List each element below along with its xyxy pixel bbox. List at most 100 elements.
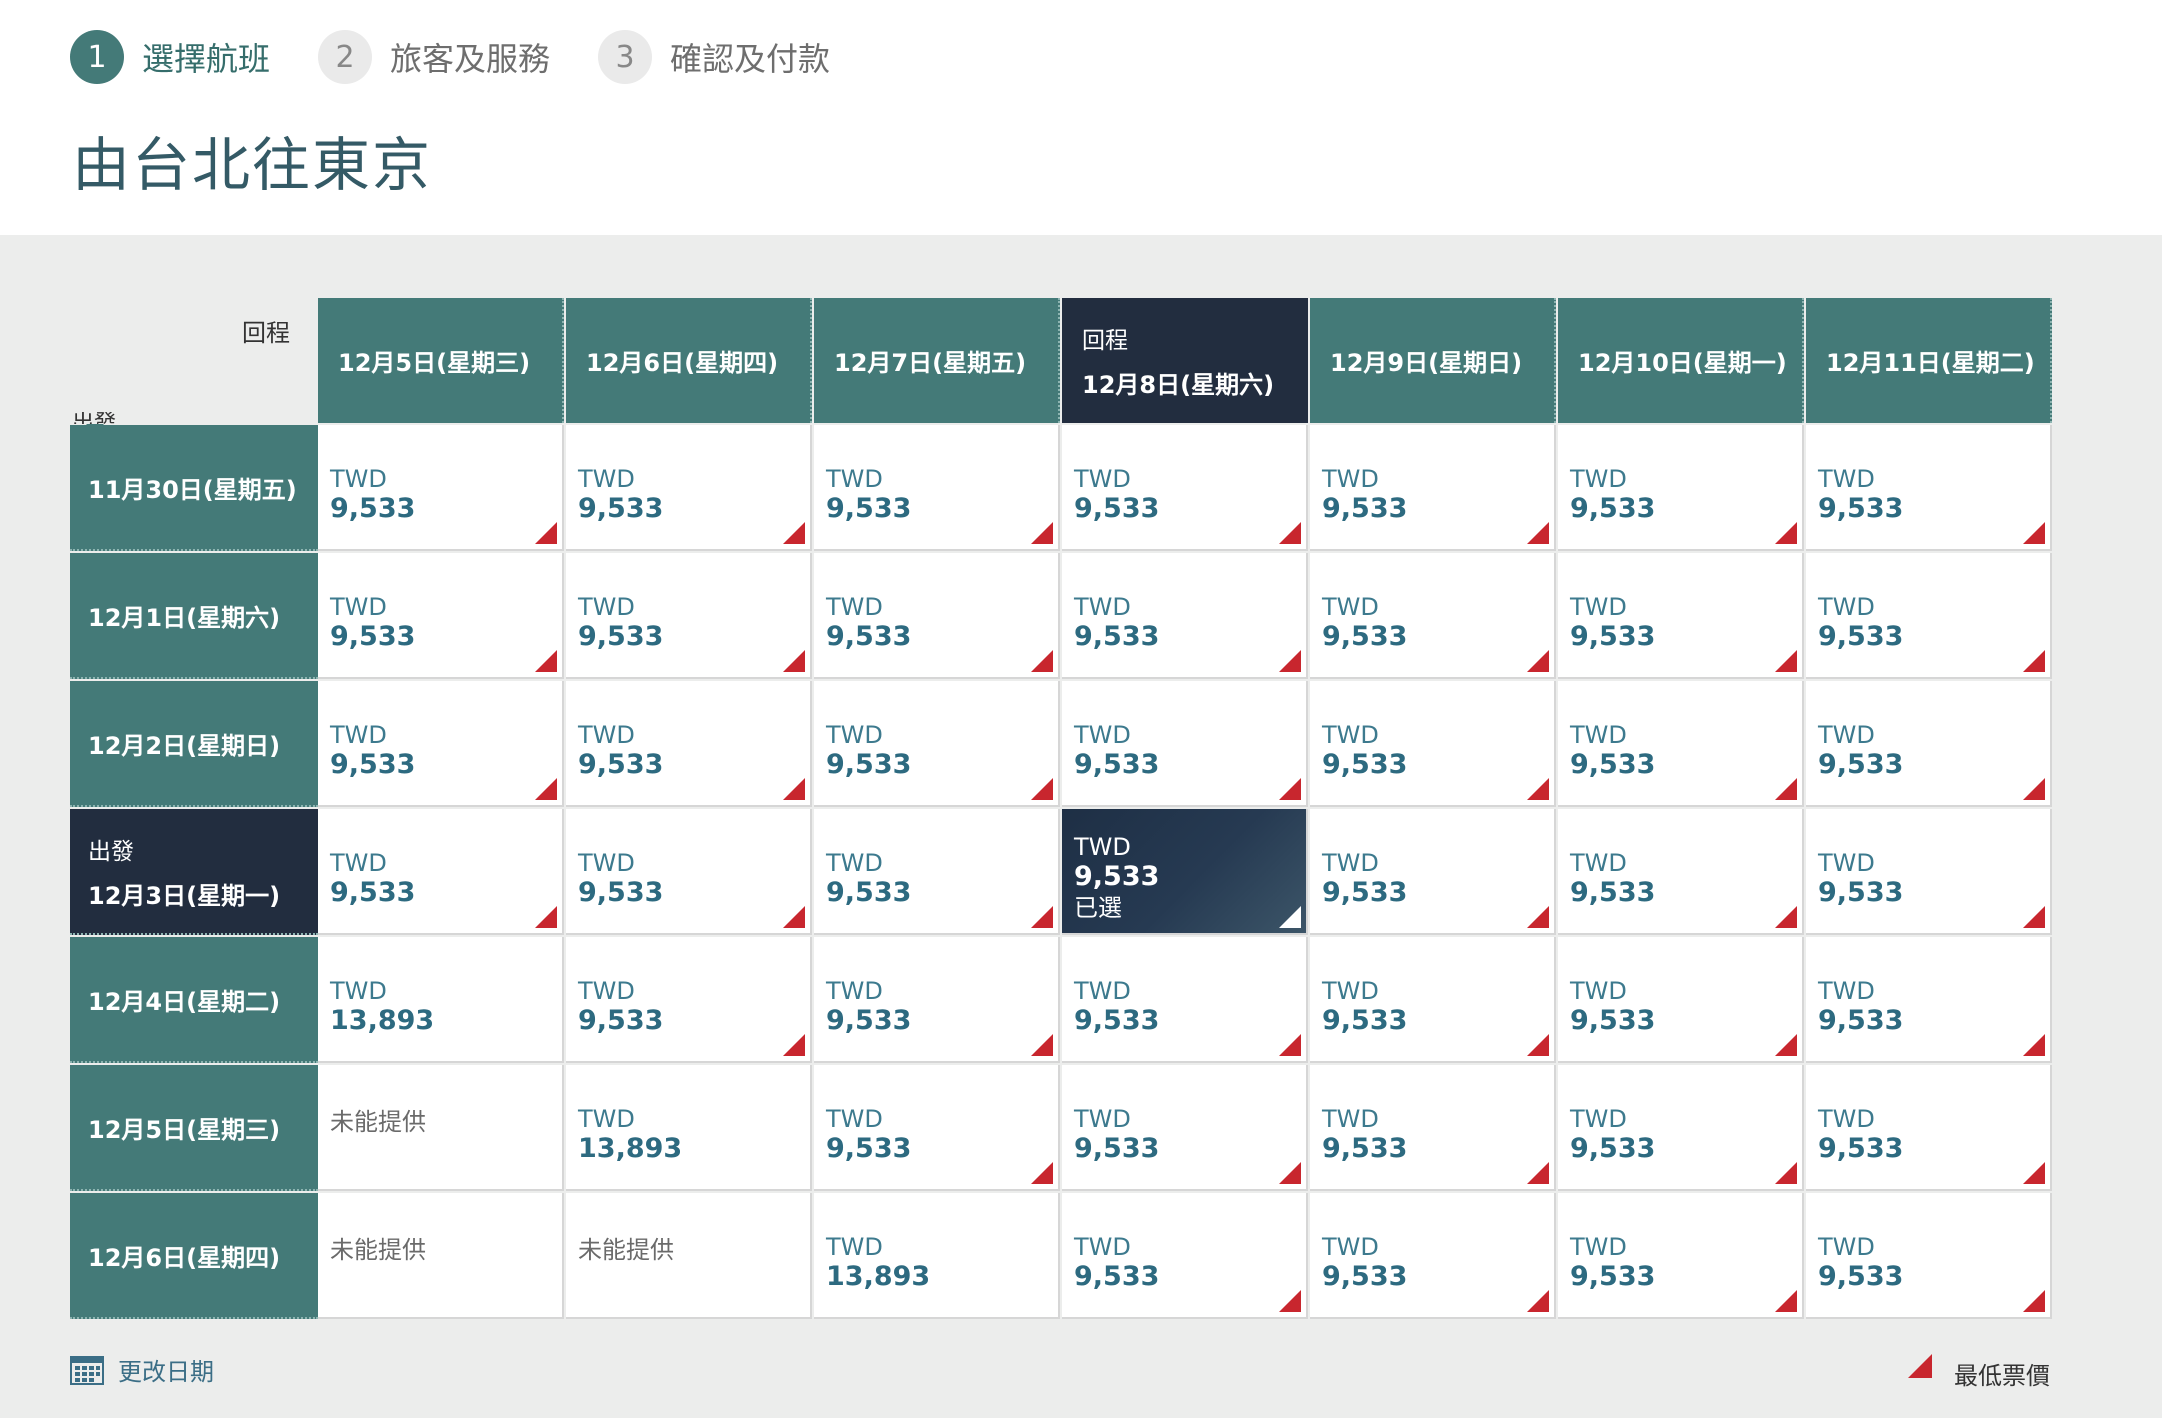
fare-cell[interactable]: TWD 9,533 bbox=[1558, 1193, 1804, 1319]
fare-price: 9,533 bbox=[578, 877, 664, 908]
fare-price: 9,533 bbox=[1322, 1261, 1408, 1292]
step-1[interactable]: 1 選擇航班 bbox=[70, 30, 270, 84]
fare-cell[interactable]: TWD 9,533 bbox=[1558, 425, 1804, 551]
fare-cell[interactable]: TWD 9,533 bbox=[1806, 553, 2052, 679]
fare-cell[interactable]: TWD 13,893 bbox=[566, 1065, 812, 1191]
fare-cell[interactable]: TWD 9,533 bbox=[1062, 937, 1308, 1063]
currency-label: TWD bbox=[578, 721, 635, 749]
depart-date-header[interactable]: 12月1日(星期六) bbox=[70, 553, 318, 679]
fare-price: 9,533 bbox=[1074, 749, 1160, 780]
fare-cell[interactable]: TWD 9,533 bbox=[566, 681, 812, 807]
fare-cell[interactable]: TWD 9,533 bbox=[814, 809, 1060, 935]
change-dates-link[interactable]: 更改日期 bbox=[70, 1352, 214, 1387]
lowest-fare-marker-icon bbox=[2023, 906, 2045, 928]
lowest-fare-marker-icon bbox=[2023, 522, 2045, 544]
lowest-fare-marker-icon bbox=[1527, 1290, 1549, 1312]
fare-cell[interactable]: TWD 9,533 bbox=[1806, 937, 2052, 1063]
lowest-fare-marker-icon bbox=[1279, 1162, 1301, 1184]
fare-cell[interactable]: TWD 9,533 bbox=[1310, 937, 1556, 1063]
fare-cell[interactable]: TWD 9,533 bbox=[814, 681, 1060, 807]
depart-date-header[interactable]: 出發 12月3日(星期一) bbox=[70, 809, 318, 935]
fare-cell[interactable]: TWD 9,533 bbox=[1806, 1065, 2052, 1191]
currency-label: TWD bbox=[826, 1233, 883, 1261]
depart-date-header[interactable]: 12月6日(星期四) bbox=[70, 1193, 318, 1319]
lowest-fare-marker-icon bbox=[535, 522, 557, 544]
currency-label: TWD bbox=[1818, 1105, 1875, 1133]
fare-price: 9,533 bbox=[1074, 493, 1160, 524]
currency-label: TWD bbox=[1570, 977, 1627, 1005]
currency-label: TWD bbox=[578, 1105, 635, 1133]
return-date-header[interactable]: 回程 12月8日(星期六) bbox=[1062, 298, 1308, 423]
fare-cell[interactable]: TWD 9,533 bbox=[318, 553, 564, 679]
fare-cell[interactable]: TWD 9,533 bbox=[1558, 809, 1804, 935]
fare-price: 9,533 bbox=[1570, 1133, 1656, 1164]
fare-cell[interactable]: TWD 9,533 bbox=[318, 425, 564, 551]
fare-price: 9,533 bbox=[1570, 1005, 1656, 1036]
return-date-label: 12月9日(星期日) bbox=[1330, 349, 1523, 377]
fare-cell[interactable]: TWD 9,533 bbox=[1806, 681, 2052, 807]
fare-cell[interactable]: TWD 9,533 bbox=[1310, 425, 1556, 551]
fare-price: 9,533 bbox=[1322, 1005, 1408, 1036]
fare-cell[interactable]: TWD 9,533 bbox=[566, 425, 812, 551]
fare-cell[interactable]: TWD 9,533 bbox=[814, 425, 1060, 551]
fare-cell[interactable]: TWD 9,533 bbox=[566, 809, 812, 935]
fare-cell[interactable]: TWD 9,533 bbox=[318, 681, 564, 807]
fare-cell[interactable]: TWD 9,533 bbox=[1062, 1193, 1308, 1319]
return-date-header[interactable]: 12月9日(星期日) bbox=[1310, 298, 1556, 423]
step-3[interactable]: 3 確認及付款 bbox=[598, 30, 830, 84]
calendar-icon bbox=[70, 1355, 104, 1385]
fare-cell[interactable]: TWD 9,533 bbox=[1310, 809, 1556, 935]
step-2[interactable]: 2 旅客及服務 bbox=[318, 30, 550, 84]
fare-cell[interactable]: TWD 9,533 bbox=[1062, 1065, 1308, 1191]
fare-cell[interactable]: TWD 9,533 bbox=[1310, 553, 1556, 679]
fare-cell[interactable]: TWD 9,533 bbox=[814, 1065, 1060, 1191]
fare-cell[interactable]: TWD 9,533 bbox=[1310, 681, 1556, 807]
fare-cell[interactable]: TWD 9,533 bbox=[1558, 681, 1804, 807]
fare-cell[interactable]: TWD 9,533 bbox=[1806, 1193, 2052, 1319]
fare-cell[interactable]: TWD 9,533 bbox=[1558, 937, 1804, 1063]
fare-cell[interactable]: TWD 9,533 bbox=[1062, 681, 1308, 807]
fare-cell[interactable]: TWD 9,533 bbox=[318, 809, 564, 935]
fare-price: 13,893 bbox=[330, 1005, 435, 1036]
fare-cell[interactable]: TWD 9,533 bbox=[566, 937, 812, 1063]
return-date-header[interactable]: 12月10日(星期一) bbox=[1558, 298, 1804, 423]
fare-cell[interactable]: TWD 9,533 bbox=[1062, 425, 1308, 551]
lowest-fare-marker-icon bbox=[1775, 1290, 1797, 1312]
depart-date-header[interactable]: 11月30日(星期五) bbox=[70, 425, 318, 551]
currency-label: TWD bbox=[1074, 1233, 1131, 1261]
fare-price: 13,893 bbox=[826, 1261, 931, 1292]
fare-price: 9,533 bbox=[1074, 1261, 1160, 1292]
depart-date-header[interactable]: 12月2日(星期日) bbox=[70, 681, 318, 807]
fare-cell[interactable]: TWD 9,533 bbox=[1806, 809, 2052, 935]
fare-price: 9,533 bbox=[1818, 493, 1904, 524]
lowest-fare-marker-icon bbox=[2023, 778, 2045, 800]
fare-cell[interactable]: TWD 9,533 bbox=[566, 553, 812, 679]
fare-price: 9,533 bbox=[826, 621, 912, 652]
fare-cell[interactable]: TWD 9,533 bbox=[1806, 425, 2052, 551]
fare-cell[interactable]: TWD 9,533 bbox=[1310, 1065, 1556, 1191]
fare-cell[interactable]: TWD 13,893 bbox=[318, 937, 564, 1063]
fare-cell[interactable]: TWD 9,533 bbox=[814, 937, 1060, 1063]
return-date-header[interactable]: 12月11日(星期二) bbox=[1806, 298, 2052, 423]
currency-label: TWD bbox=[1322, 1105, 1379, 1133]
fare-cell[interactable]: TWD 9,533 bbox=[1062, 553, 1308, 679]
fare-price: 9,533 bbox=[578, 493, 664, 524]
fare-price: 9,533 bbox=[1322, 877, 1408, 908]
lowest-fare-marker-icon bbox=[783, 650, 805, 672]
fare-cell[interactable]: TWD 9,533 bbox=[1310, 1193, 1556, 1319]
depart-date-header[interactable]: 12月4日(星期二) bbox=[70, 937, 318, 1063]
depart-date-header[interactable]: 12月5日(星期三) bbox=[70, 1065, 318, 1191]
return-date-header[interactable]: 12月5日(星期三) bbox=[318, 298, 564, 423]
currency-label: TWD bbox=[1322, 465, 1379, 493]
lowest-fare-marker-icon bbox=[1775, 1162, 1797, 1184]
fare-cell[interactable]: TWD 9,533 已選 bbox=[1062, 809, 1308, 935]
return-date-header[interactable]: 12月6日(星期四) bbox=[566, 298, 812, 423]
fare-cell[interactable]: TWD 9,533 bbox=[1558, 1065, 1804, 1191]
currency-label: TWD bbox=[826, 593, 883, 621]
depart-date-label: 12月5日(星期三) bbox=[88, 1115, 281, 1144]
fare-cell[interactable]: TWD 13,893 bbox=[814, 1193, 1060, 1319]
return-date-header[interactable]: 12月7日(星期五) bbox=[814, 298, 1060, 423]
fare-cell[interactable]: TWD 9,533 bbox=[1558, 553, 1804, 679]
fare-cell[interactable]: TWD 9,533 bbox=[814, 553, 1060, 679]
depart-axis-label: 出發 bbox=[72, 412, 116, 424]
